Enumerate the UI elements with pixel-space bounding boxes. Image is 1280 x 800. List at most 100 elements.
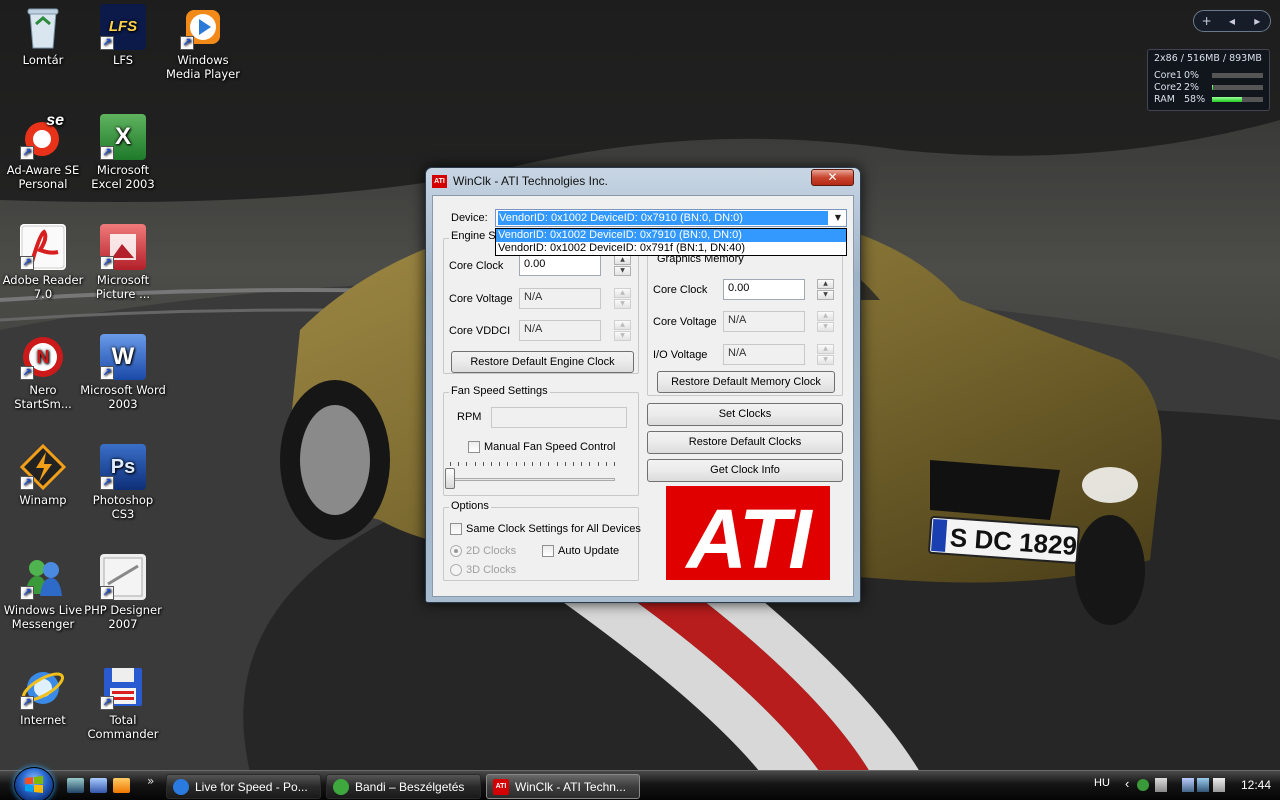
engine-core-vddci-spinner: ▲ ▼ (614, 320, 631, 341)
engine-core-vddci-label: Core VDDCI (449, 325, 511, 337)
slider-tick (573, 462, 574, 466)
meter-bar-fill (1212, 84, 1214, 90)
desktop-icon-picture-manager[interactable]: ↗ Microsoft Picture ... (80, 224, 166, 301)
messenger-tray-icon[interactable] (1137, 779, 1149, 791)
restore-default-clocks-button[interactable]: Restore Default Clocks (647, 431, 843, 454)
desktop-icon-recycle-bin[interactable]: Lomtár (0, 4, 86, 67)
desktop-icon-windows-media-player[interactable]: ↗ Windows Media Player (160, 4, 246, 81)
slider-tick (532, 462, 533, 466)
auto-update-checkbox[interactable] (542, 545, 554, 557)
memory-io-voltage-label: I/O Voltage (653, 349, 708, 361)
desktop-icon-php-designer[interactable]: ↗ PHP Designer 2007 (80, 554, 166, 631)
speaker-icon[interactable] (1155, 778, 1167, 792)
desktop-icon-live-messenger[interactable]: ↗ Windows Live Messenger (0, 554, 86, 631)
media-player-quicklaunch-icon[interactable] (113, 778, 130, 793)
options-group-title: Options (449, 500, 491, 512)
engine-core-voltage-label: Core Voltage (449, 293, 513, 305)
shortcut-arrow-icon: ↗ (100, 696, 114, 710)
spin-up-icon: ▲ (614, 320, 631, 330)
desktop-icon-label: Microsoft Picture ... (95, 273, 151, 301)
spin-up-icon: ▲ (614, 288, 631, 298)
tray-expand-icon[interactable]: ‹ (1125, 776, 1129, 791)
ati-app-icon: ATI (493, 778, 509, 795)
spin-up-icon[interactable]: ▲ (817, 279, 834, 289)
close-button[interactable]: ✕ (811, 169, 854, 186)
slider-tick (523, 462, 525, 466)
desktop-icon-total-commander[interactable]: ↗ Total Commander (80, 664, 166, 741)
shortcut-arrow-icon: ↗ (180, 36, 194, 50)
desktop-icon-excel[interactable]: X ↗ Microsoft Excel 2003 (80, 114, 166, 191)
restore-default-engine-clock-button[interactable]: Restore Default Engine Clock (451, 351, 634, 373)
auto-update-label: Auto Update (558, 545, 620, 557)
desktop-icon-adobe-reader[interactable]: ↗ Adobe Reader 7.0 (0, 224, 86, 301)
device-option[interactable]: VendorID: 0x1002 DeviceID: 0x791f (BN:1,… (496, 242, 846, 255)
switch-windows-icon[interactable] (90, 778, 107, 793)
language-indicator[interactable]: HU (1094, 777, 1110, 789)
slider-tick (581, 462, 583, 466)
get-clock-info-button[interactable]: Get Clock Info (647, 459, 843, 482)
task-live-for-speed[interactable]: Live for Speed - Po... (166, 774, 321, 799)
ad-aware-icon: se ↗ (20, 113, 66, 160)
window-titlebar[interactable]: ATI WinClk - ATI Technolgies Inc. (426, 168, 860, 194)
restore-default-memory-clock-button[interactable]: Restore Default Memory Clock (657, 371, 835, 393)
quicklaunch-overflow-icon[interactable]: » (147, 774, 154, 788)
set-clocks-button[interactable]: Set Clocks (647, 403, 843, 426)
spin-down-icon[interactable]: ▼ (614, 266, 631, 276)
add-gadget-button[interactable]: + (1194, 14, 1219, 28)
same-clock-settings-checkbox[interactable] (450, 523, 462, 535)
desktop-icon-winamp[interactable]: ↗ Winamp (0, 443, 86, 507)
shortcut-arrow-icon: ↗ (100, 476, 114, 490)
shortcut-arrow-icon: ↗ (100, 256, 114, 270)
spin-down-icon[interactable]: ▼ (817, 290, 834, 300)
task-messenger-chat[interactable]: Bandi – Beszélgetés (326, 774, 481, 799)
excel-icon: X ↗ (100, 114, 146, 160)
tray-clock[interactable]: 12:44 (1241, 778, 1271, 792)
device-dropdown-list: VendorID: 0x1002 DeviceID: 0x7910 (BN:0,… (495, 228, 847, 256)
media-player-icon: ↗ (180, 4, 226, 50)
next-gadget-button[interactable]: ▸ (1245, 14, 1270, 28)
start-button[interactable] (14, 767, 54, 800)
desktop-icon-word[interactable]: W ↗ Microsoft Word 2003 (80, 334, 166, 411)
system-meter-gadget[interactable]: 2x86 / 516MB / 893MB Core1 0% Core2 2% R… (1147, 49, 1270, 111)
chevron-down-icon[interactable]: ▼ (831, 211, 845, 225)
spin-down-icon: ▼ (614, 331, 631, 341)
slider-tick (458, 462, 460, 466)
desktop-icon-label: Windows Media Player (166, 53, 240, 81)
desktop-icon-photoshop[interactable]: Ps ↗ Photoshop CS3 (80, 444, 166, 521)
manual-fan-speed-label: Manual Fan Speed Control (484, 441, 616, 453)
shortcut-arrow-icon: ↗ (20, 696, 34, 710)
php-designer-icon: ↗ (100, 554, 146, 600)
task-winclk[interactable]: ATI WinClk - ATI Techn... (486, 774, 640, 799)
fan-speed-slider-thumb[interactable] (445, 468, 455, 489)
display-tray-icon[interactable] (1197, 778, 1209, 792)
show-desktop-icon[interactable] (67, 778, 84, 793)
shortcut-arrow-icon: ↗ (20, 256, 34, 270)
2d-clocks-radio (450, 545, 462, 557)
desktop-icon-label: Adobe Reader 7.0 (2, 273, 84, 301)
floppy-disk-icon: ↗ (100, 664, 146, 710)
network-icon[interactable] (1182, 778, 1194, 792)
slider-tick (515, 462, 517, 466)
manual-fan-speed-checkbox[interactable] (468, 441, 480, 453)
device-option[interactable]: VendorID: 0x1002 DeviceID: 0x7910 (BN:0,… (496, 229, 846, 242)
desktop-icon-ad-aware[interactable]: se ↗ Ad-Aware SE Personal (0, 113, 86, 192)
spin-up-icon[interactable]: ▲ (614, 255, 631, 265)
device-select[interactable]: VendorID: 0x1002 DeviceID: 0x7910 (BN:0,… (495, 209, 847, 227)
desktop-icon-lfs[interactable]: LFS ↗ LFS (80, 4, 166, 67)
engine-core-clock-input[interactable]: 0.00 (519, 255, 601, 276)
memory-core-clock-spinner[interactable]: ▲ ▼ (817, 279, 834, 300)
desktop-icon-nero[interactable]: N ↗ Nero StartSm... (0, 334, 86, 411)
desktop-icon-internet[interactable]: ↗ Internet (0, 664, 86, 727)
winamp-icon: ↗ (19, 443, 67, 491)
device-select-value: VendorID: 0x1002 DeviceID: 0x7910 (BN:0,… (498, 211, 828, 225)
meter-row-ram: RAM 58% (1154, 93, 1263, 105)
spin-up-icon: ▲ (817, 311, 834, 321)
slider-tick (597, 462, 599, 466)
engine-core-clock-spinner[interactable]: ▲ ▼ (614, 255, 631, 276)
desktop-icon-label: Winamp (19, 493, 67, 507)
previous-gadget-button[interactable]: ◂ (1219, 14, 1244, 28)
spin-down-icon: ▼ (817, 322, 834, 332)
meter-bar (1212, 84, 1263, 90)
memory-core-clock-input[interactable]: 0.00 (723, 279, 805, 300)
volume-icon[interactable] (1213, 778, 1225, 792)
